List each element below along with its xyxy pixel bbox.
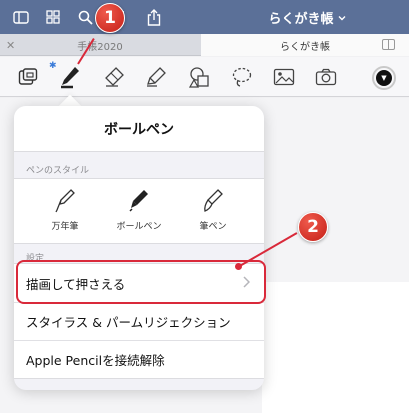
sidebar-icon[interactable] (8, 0, 34, 34)
pen-style-options: 万年筆 ボールペン 筆ペン (14, 178, 264, 244)
lasso-icon[interactable] (226, 61, 258, 93)
pen-style-label: 万年筆 (51, 222, 79, 232)
page-sheet[interactable] (262, 282, 409, 413)
tab-notebook-2020[interactable]: ✕ 手帳2020 (0, 34, 200, 56)
split-view-icon[interactable] (382, 39, 395, 50)
brush-pen-icon (202, 185, 224, 217)
current-color-swatch: ▼ (376, 70, 392, 86)
fountain-pen-icon (54, 185, 76, 217)
shapes-icon[interactable] (184, 61, 216, 93)
grid-icon[interactable] (40, 0, 66, 34)
disconnect-pencil-row[interactable]: Apple Pencilを接続解除 (14, 340, 264, 378)
eraser-icon[interactable] (98, 61, 130, 93)
tool-bar: ✱ ▼ (0, 57, 409, 97)
pen-style-ballpoint[interactable]: ボールペン (104, 185, 174, 239)
stylus-palm-rejection-row[interactable]: スタイラス & パームリジェクション (14, 302, 264, 340)
image-icon[interactable] (268, 61, 300, 93)
notebook-title-menu[interactable]: らくがき帳 (252, 0, 362, 34)
notebook-title: らくがき帳 (268, 11, 334, 27)
highlighter-icon[interactable] (140, 61, 172, 93)
step-badge-1: 1 (95, 3, 125, 33)
reading-mode-icon[interactable] (12, 61, 44, 93)
list-item-label: Apple Pencilを接続解除 (26, 353, 165, 368)
pen-style-label: ボールペン (116, 222, 162, 232)
list-item-label: スタイラス & パームリジェクション (26, 315, 231, 330)
pen-style-label: 筆ペン (199, 222, 227, 232)
color-picker-button[interactable]: ▼ (372, 66, 396, 90)
pen-style-section-label: ペンのスタイル (26, 166, 90, 176)
tab-label: らくがき帳 (280, 41, 330, 53)
ballpoint-pen-icon (128, 185, 150, 217)
highlight-box (16, 260, 266, 304)
pen-settings-popover: ボールペン ペンのスタイル 万年筆 ボールペン 筆ペン 設定 描画して押さえる (14, 106, 264, 390)
pen-style-brush[interactable]: 筆ペン (178, 185, 248, 239)
pen-icon[interactable] (54, 61, 86, 93)
close-icon[interactable]: ✕ (6, 39, 15, 52)
nav-bar: らくがき帳 (0, 0, 409, 34)
tab-rakugaki[interactable]: らくがき帳 (201, 34, 409, 56)
camera-icon[interactable] (310, 61, 342, 93)
step-badge-2: 2 (298, 212, 328, 242)
pointer-dot-2 (235, 263, 242, 270)
pen-style-fountain[interactable]: 万年筆 (30, 185, 100, 239)
tab-strip: ✕ 手帳2020 らくがき帳 (0, 34, 409, 56)
chevron-down-icon (338, 10, 346, 25)
popover-title: ボールペン (14, 106, 264, 152)
chevron-down-icon: ▼ (381, 74, 387, 82)
share-icon[interactable] (142, 0, 166, 34)
